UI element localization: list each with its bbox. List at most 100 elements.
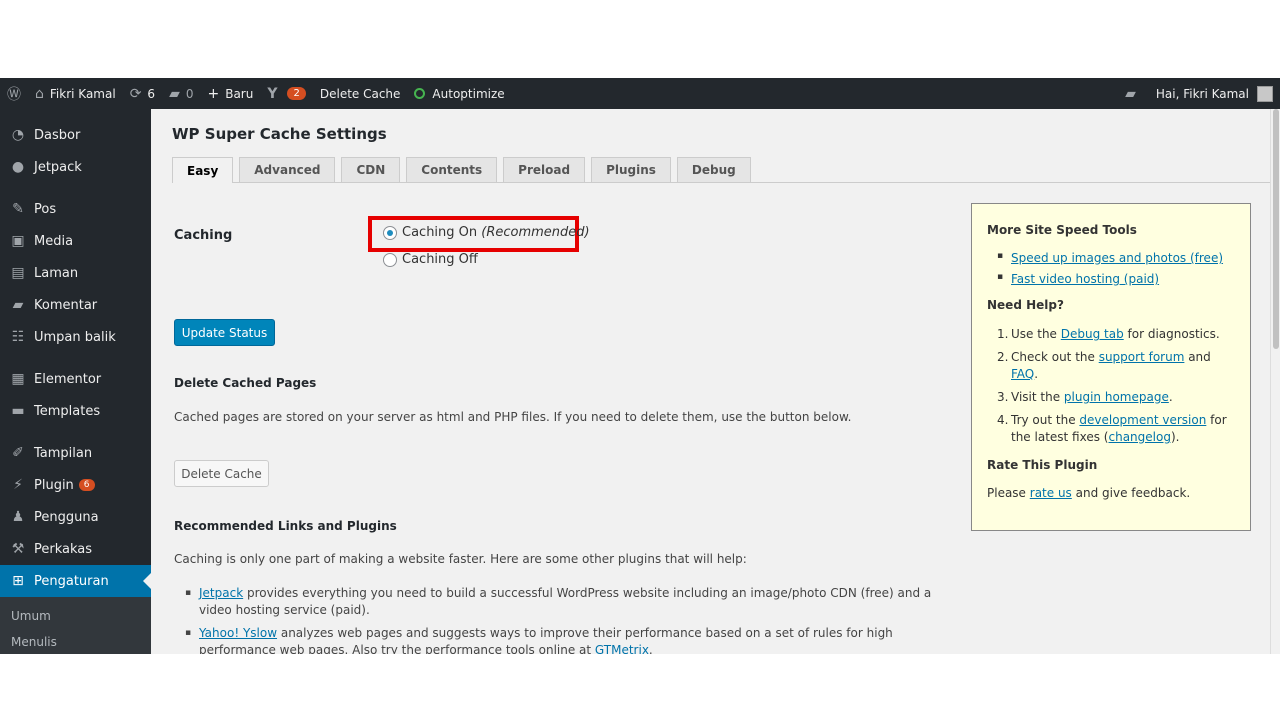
caching-off-option[interactable]: Caching Off [383,252,478,267]
yslow-link[interactable]: Yahoo! Yslow [199,626,277,640]
list-item: 2. Check out the support forum and FAQ. [997,350,1211,381]
settings-submenu: Umum Menulis [0,597,151,654]
list-item: 4. Try out the development version for th… [997,413,1227,444]
autoptimize-link[interactable]: Autoptimize [407,78,511,109]
recommended-heading: Recommended Links and Plugins [174,519,397,533]
main-content: WP Super Cache Settings Easy Advanced CD… [151,109,1271,654]
sidebar-item-komentar[interactable]: ▰ Komentar [0,289,151,321]
rate-plugin-heading: Rate This Plugin [987,458,1098,472]
wrench-icon: ⚒ [11,541,25,557]
scrollbar-thumb[interactable] [1273,109,1279,349]
tab-plugins[interactable]: Plugins [591,157,671,182]
sidebar-item-label: Tampilan [34,445,93,461]
feedback-icon: ☷ [11,329,25,345]
sidebar-item-tampilan[interactable]: ✐ Tampilan [0,437,151,469]
update-status-button[interactable]: Update Status [174,319,275,346]
caching-on-option[interactable]: Caching On (Recommended) [383,225,590,240]
sidebar-item-umpan-balik[interactable]: ☷ Umpan balik [0,321,151,353]
new-content-link[interactable]: + Baru [200,78,260,109]
help-text: . [1034,367,1039,381]
caching-label: Caching [174,228,233,243]
tab-preload[interactable]: Preload [503,157,586,182]
submenu-item-umum[interactable]: Umum [0,603,151,629]
list-item: 1. Use the Debug tab for diagnostics. [997,327,1220,341]
sidebar-item-label: Jetpack [34,159,82,175]
user-icon: ♟ [11,509,25,525]
support-forum-link[interactable]: support forum [1099,350,1185,364]
home-icon: ⌂ [35,85,44,102]
video-hosting-link[interactable]: Fast video hosting (paid) [1011,272,1159,286]
plugin-update-badge: 6 [78,479,95,491]
comment-icon: ▰ [169,85,180,102]
yoast-link[interactable]: Y2 [260,78,313,109]
help-text: . [1168,390,1173,404]
rate-text: Please rate us and give feedback. [987,486,1235,500]
sidebar-item-plugin[interactable]: ⚡ Plugin 6 [0,469,151,501]
admin-bar: Ⓦ ⌂ Fikri Kamal ⟳ 6 ▰ 0 + Baru Y2 Delete Cac… [0,78,1280,109]
caching-on-note: (Recommended) [481,225,590,240]
faq-link[interactable]: FAQ [1011,367,1034,381]
tab-debug[interactable]: Debug [676,157,751,182]
caching-off-radio[interactable] [383,252,397,267]
help-text: for diagnostics. [1123,327,1220,341]
sidebar-item-pos[interactable]: ✎ Pos [0,193,151,225]
list-item-text: . [648,643,653,654]
jetpack-link[interactable]: Jetpack [199,586,243,600]
avatar [1257,85,1273,102]
sidebar-item-label: Media [34,233,74,249]
greeting-label: Hai, Fikri Kamal [1155,86,1249,101]
wordpress-icon: Ⓦ [7,86,21,103]
help-text: Try out the [1011,413,1080,427]
delete-cache-link[interactable]: Delete Cache [313,78,408,109]
sidebar-item-elementor[interactable]: ▦ Elementor [0,363,151,395]
plugin-homepage-link[interactable]: plugin homepage [1064,390,1169,404]
settings-icon: ⊞ [12,573,24,589]
sidebar-item-label: Elementor [34,371,102,387]
caching-on-radio[interactable] [383,225,397,240]
sidebar-item-label: Pos [34,201,57,217]
tab-easy[interactable]: Easy [172,157,234,183]
plugin-icon: ⚡ [13,477,23,493]
page-scrollbar[interactable] [1270,109,1280,654]
sidebar-item-pengguna[interactable]: ♟ Pengguna [0,501,151,533]
folder-icon: ▬ [11,403,25,419]
tab-contents[interactable]: Contents [406,157,498,182]
sidebar-item-label: Pengguna [34,509,99,525]
page-title: WP Super Cache Settings [172,125,387,143]
sidebar-item-label: Komentar [34,297,98,313]
gtmetrix-link[interactable]: GTMetrix [595,643,649,654]
settings-tabs: Easy Advanced CDN Contents Preload Plugi… [172,157,1271,183]
wordpress-logo-button[interactable]: Ⓦ [0,78,28,109]
site-name-label: Fikri Kamal [49,86,116,101]
delete-cache-button[interactable]: Delete Cache [174,460,269,487]
notification-icon: ▰ [1125,85,1136,102]
autoptimize-label: Autoptimize [432,86,505,101]
speed-images-link[interactable]: Speed up images and photos (free) [1011,251,1223,265]
autoptimize-status-icon [414,88,426,99]
sidebar-item-label: Laman [34,265,79,281]
sidebar-item-templates[interactable]: ▬ Templates [0,395,151,427]
changelog-link[interactable]: changelog [1108,430,1170,444]
sidebar-item-label: Templates [34,403,101,419]
speed-tools-heading: More Site Speed Tools [987,223,1137,237]
sidebar-item-jetpack[interactable]: ● Jetpack [0,151,151,183]
comments-link[interactable]: ▰ 0 [162,78,200,109]
sidebar-item-dasbor[interactable]: ◔ Dasbor [0,119,151,151]
sidebar-item-perkakas[interactable]: ⚒ Perkakas [0,533,151,565]
tab-advanced[interactable]: Advanced [239,157,336,182]
my-account-link[interactable]: Hai, Fikri Kamal [1149,78,1280,109]
sidebar-item-pengaturan[interactable]: ⊞ Pengaturan [0,565,151,597]
browser-viewport: Ⓦ ⌂ Fikri Kamal ⟳ 6 ▰ 0 + Baru Y2 Delete Cac… [0,78,1280,654]
development-version-link[interactable]: development version [1079,413,1206,427]
comment-icon: ▰ [12,297,24,313]
delete-cached-pages-text: Cached pages are stored on your server a… [174,410,852,424]
debug-tab-link[interactable]: Debug tab [1061,327,1124,341]
sidebar-item-media[interactable]: ▣ Media [0,225,151,257]
notifications-button[interactable]: ▰ [1118,78,1149,109]
sidebar-item-laman[interactable]: ▤ Laman [0,257,151,289]
site-name-link[interactable]: ⌂ Fikri Kamal [28,78,123,109]
rate-us-link[interactable]: rate us [1030,486,1072,500]
submenu-item-menulis[interactable]: Menulis [0,629,151,654]
updates-link[interactable]: ⟳ 6 [123,78,162,109]
tab-cdn[interactable]: CDN [341,157,401,182]
